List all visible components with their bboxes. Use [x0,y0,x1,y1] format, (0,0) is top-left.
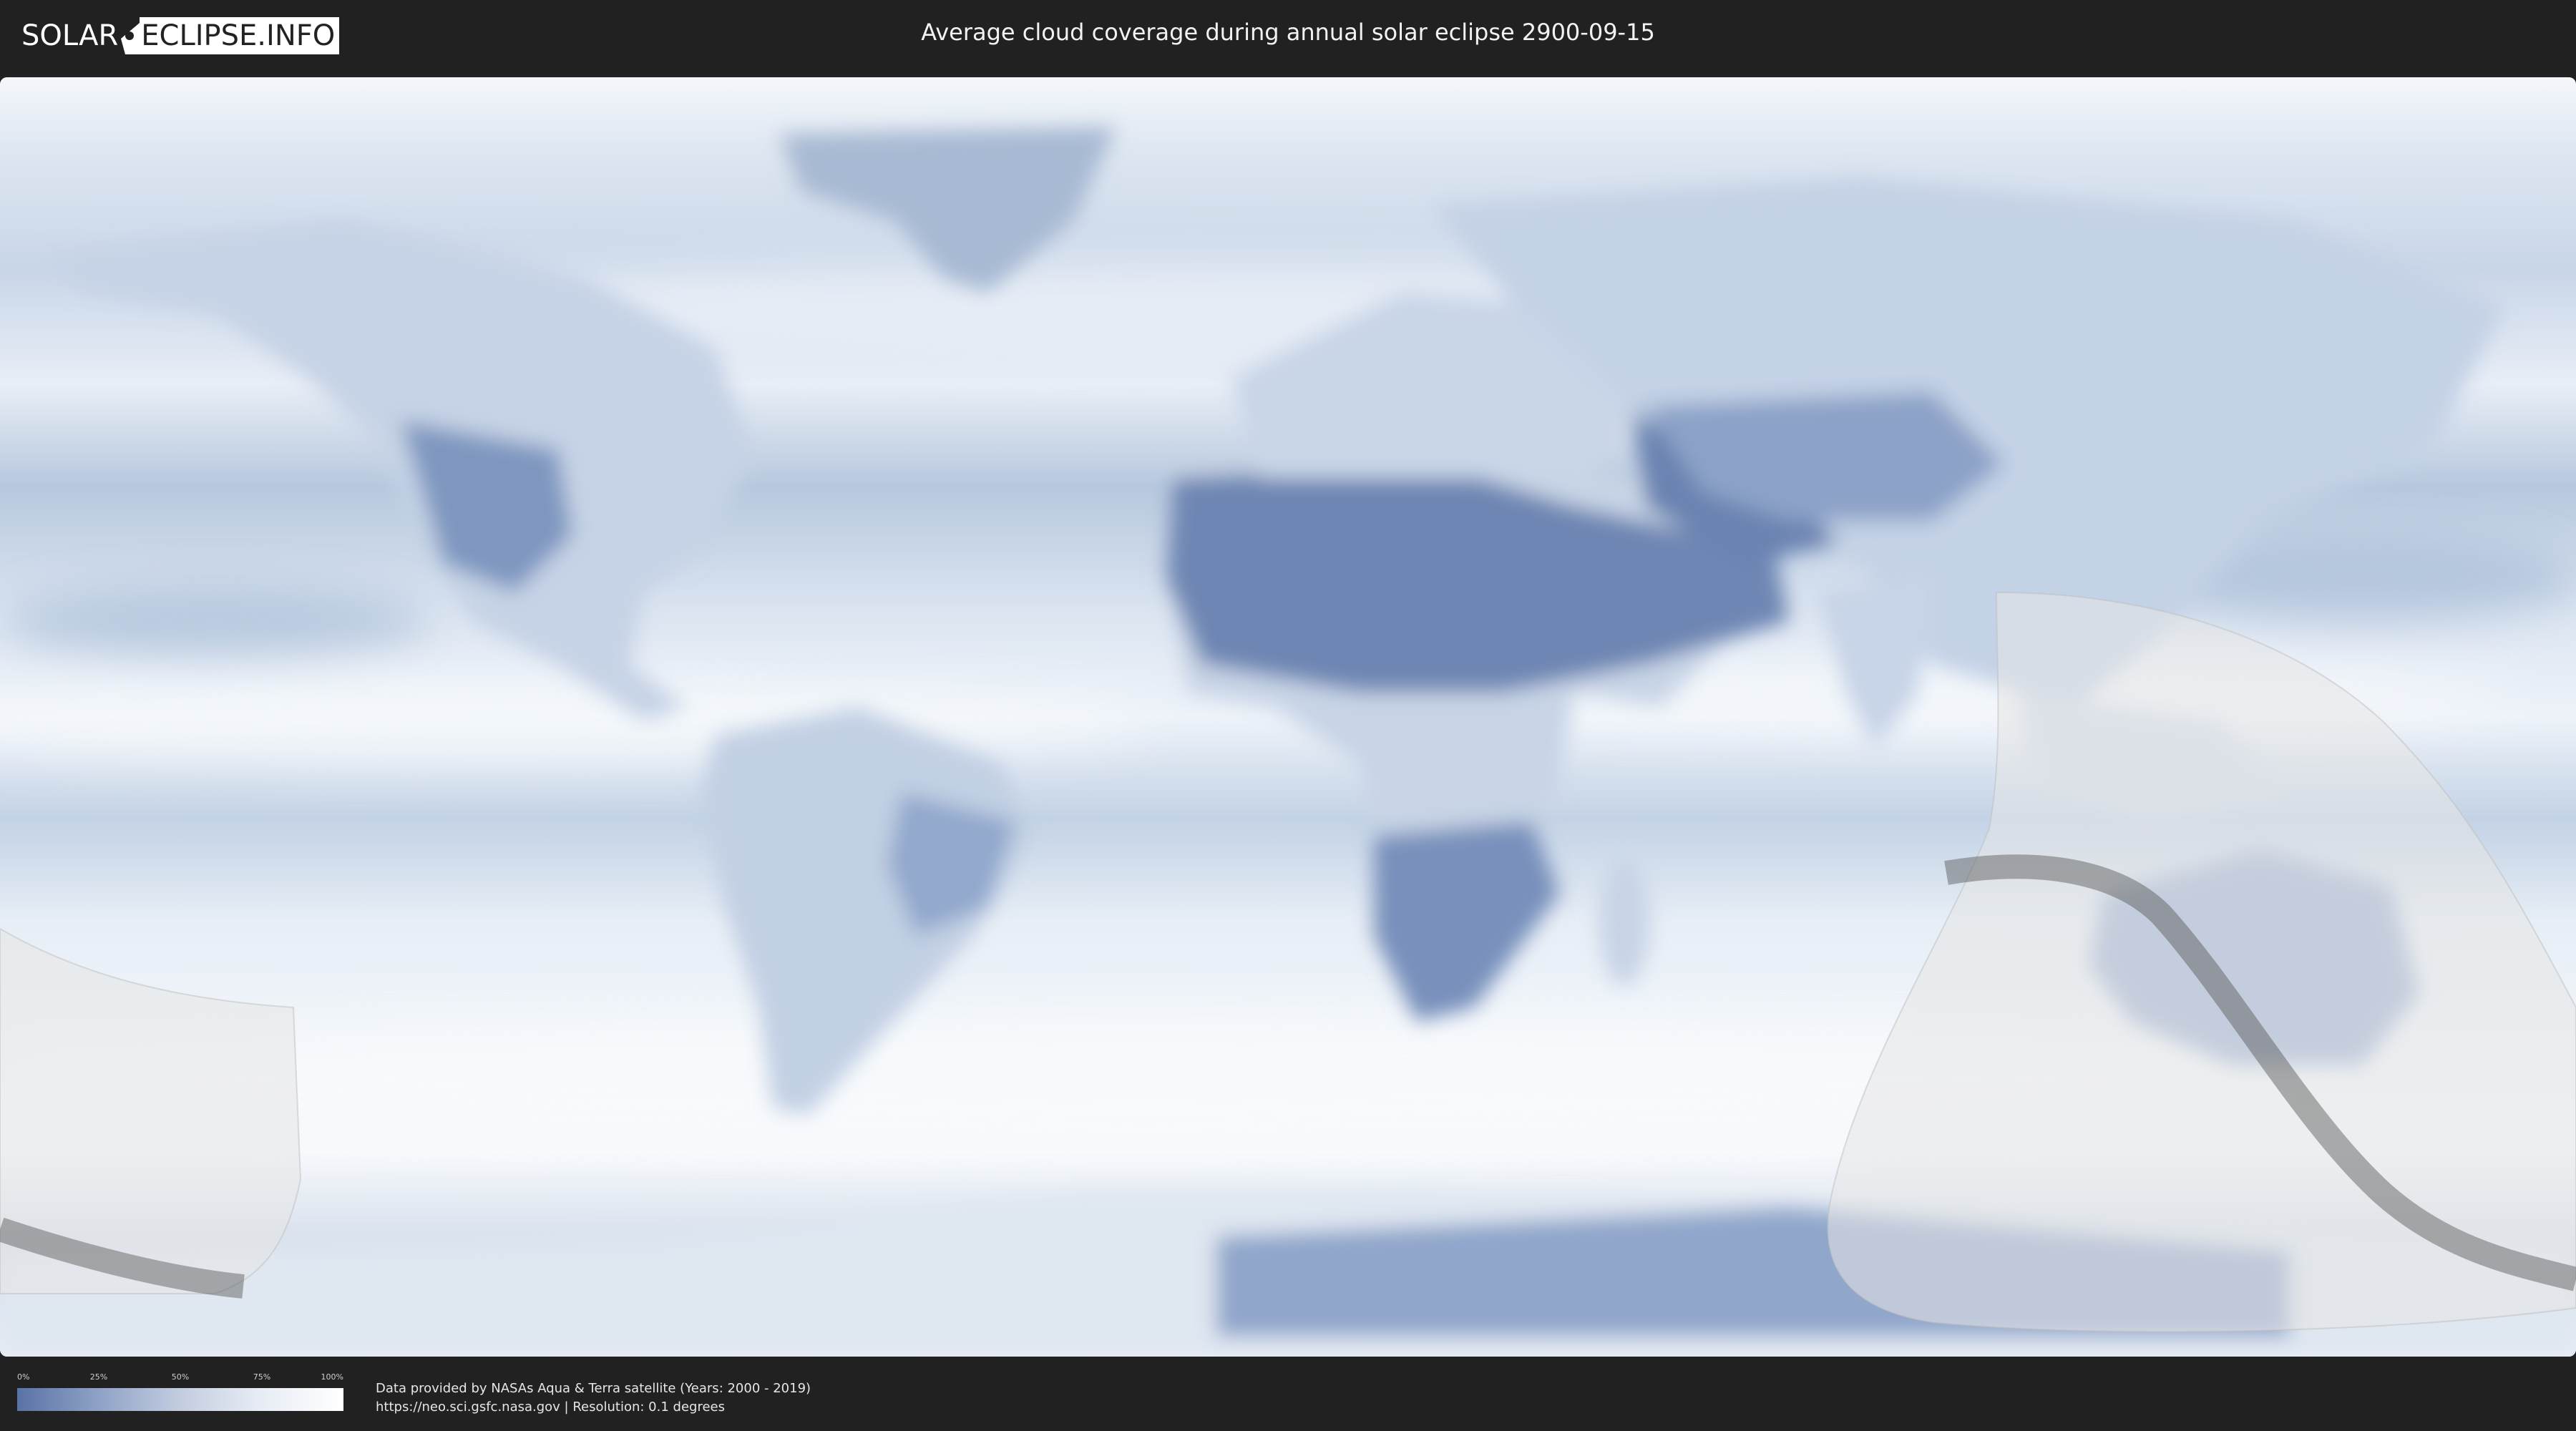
legend-tick-25: 25% [89,1372,108,1382]
legend-tick-50: 50% [171,1372,190,1382]
legend-tick-100: 100% [321,1372,343,1382]
cloud-coverage-legend: 0% 25% 50% 75% 100% [17,1372,343,1418]
legend-ticks: 0% 25% 50% 75% 100% [17,1372,343,1387]
legend-color-bar [17,1388,343,1411]
legend-tick-0: 0% [17,1372,30,1382]
cloud-coverage-map[interactable] [0,77,2576,1357]
world-map-svg [0,77,2576,1357]
credits-line-source: Data provided by NASAs Aqua & Terra sate… [376,1381,811,1396]
page-title: Average cloud coverage during annual sol… [921,19,1655,46]
credits-line-url: https://neo.sci.gsfc.nasa.gov | Resoluti… [376,1400,725,1415]
data-credits: Data provided by NASAs Aqua & Terra sate… [376,1379,811,1417]
footer-bar: 0% 25% 50% 75% 100% Data provided by NAS… [0,1358,2576,1431]
legend-tick-75: 75% [253,1372,271,1382]
header-bar: SOLAR ECLIPSE.INFO Average cloud coverag… [0,0,2576,72]
